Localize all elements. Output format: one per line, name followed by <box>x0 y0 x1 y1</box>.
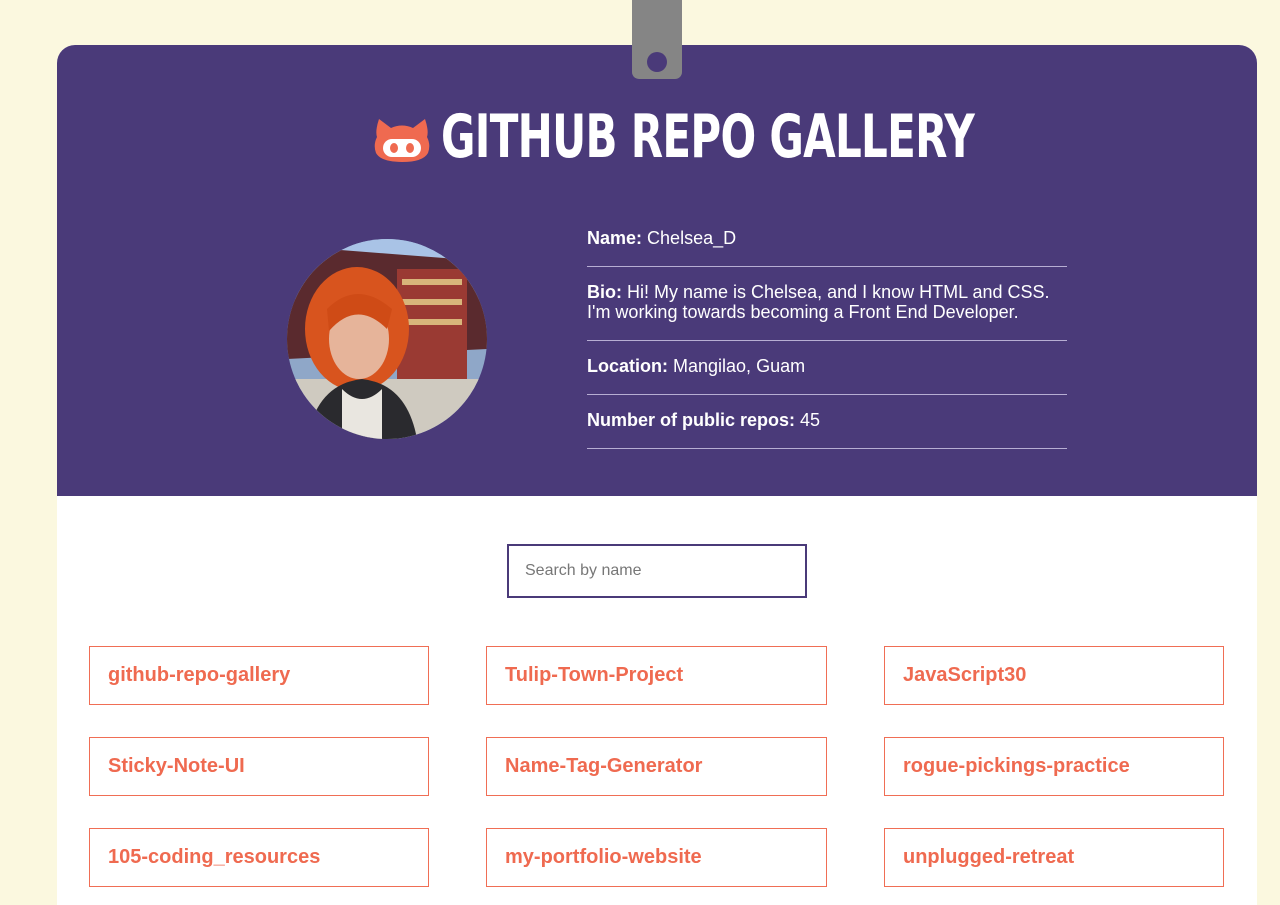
github-cat-icon <box>374 119 430 162</box>
search-input[interactable] <box>507 544 807 598</box>
profile-info: Name: Chelsea_D Bio: Hi! My name is Chel… <box>587 213 1067 449</box>
repos-count-label: Number of public repos: <box>587 410 796 430</box>
gallery-card: GitHub Repo Gallery Name: <box>57 45 1257 905</box>
page-title: GitHub Repo Gallery <box>441 102 975 172</box>
repos-count-value: 45 <box>800 410 821 430</box>
repo-item[interactable]: my-portfolio-website <box>486 828 827 887</box>
profile-name-row: Name: Chelsea_D <box>587 213 1067 267</box>
search-wrapper <box>507 544 807 598</box>
badge-clip-hole <box>647 52 667 72</box>
profile-repos-row: Number of public repos: 45 <box>587 395 1067 449</box>
repo-item[interactable]: Name-Tag-Generator <box>486 737 827 796</box>
avatar <box>287 239 487 439</box>
location-value: Mangilao, Guam <box>673 356 806 376</box>
repo-list: github-repo-gallery Tulip-Town-Project J… <box>89 646 1224 887</box>
repo-item[interactable]: Sticky-Note-UI <box>89 737 429 796</box>
profile-header: GitHub Repo Gallery Name: <box>57 45 1257 496</box>
title-row: GitHub Repo Gallery <box>57 97 1257 177</box>
repo-item[interactable]: rogue-pickings-practice <box>884 737 1224 796</box>
bio-label: Bio: <box>587 282 622 302</box>
profile-bio-row: Bio: Hi! My name is Chelsea, and I know … <box>587 267 1067 341</box>
name-value: Chelsea_D <box>647 228 737 248</box>
repo-item[interactable]: github-repo-gallery <box>89 646 429 705</box>
name-label: Name: <box>587 228 643 248</box>
avatar-photo <box>287 239 487 439</box>
repo-item[interactable]: unplugged-retreat <box>884 828 1224 887</box>
repo-item[interactable]: JavaScript30 <box>884 646 1224 705</box>
repo-item[interactable]: 105-coding_resources <box>89 828 429 887</box>
profile-location-row: Location: Mangilao, Guam <box>587 341 1067 395</box>
location-label: Location: <box>587 356 668 376</box>
repo-item[interactable]: Tulip-Town-Project <box>486 646 827 705</box>
badge-clip <box>632 0 682 79</box>
bio-value: Hi! My name is Chelsea, and I know HTML … <box>587 282 1050 322</box>
